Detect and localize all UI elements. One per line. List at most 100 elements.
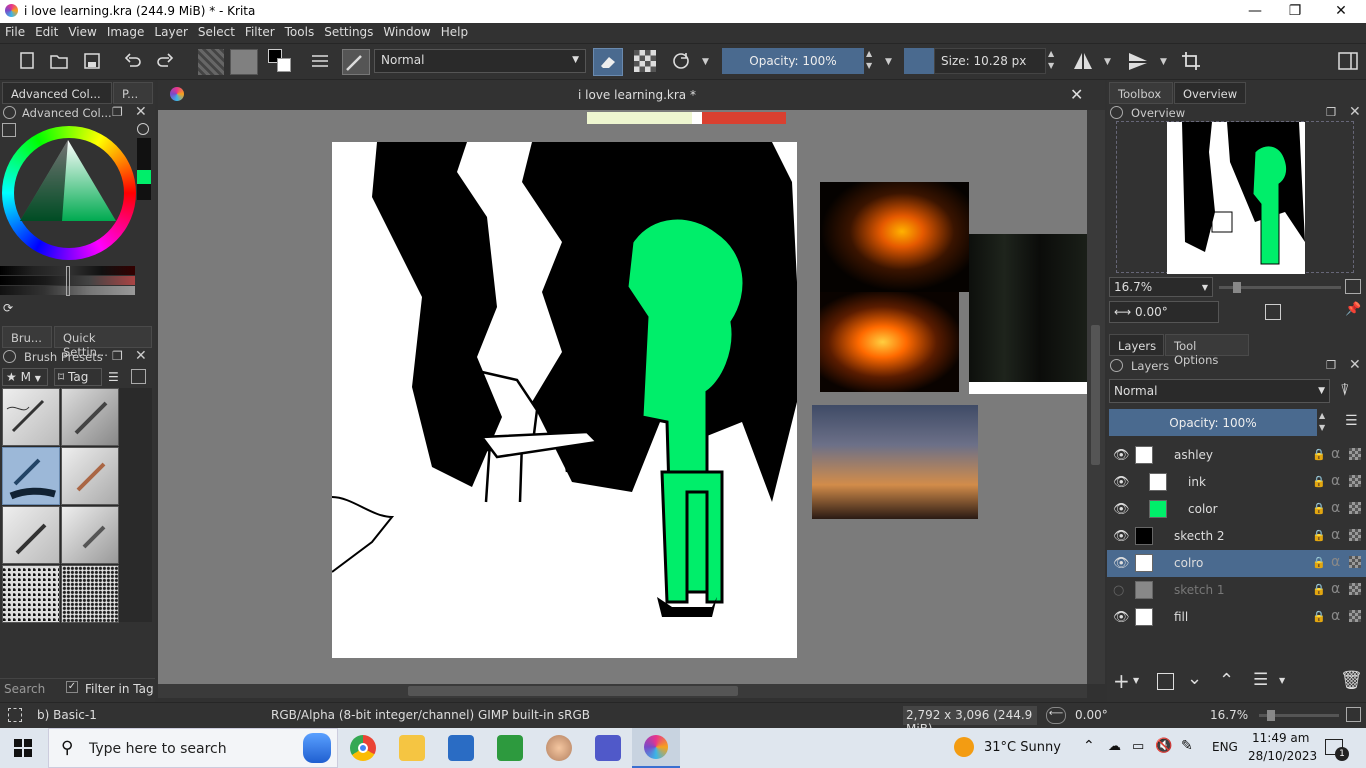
tab-overview[interactable]: Overview <box>1174 82 1246 104</box>
pattern-icon[interactable] <box>230 49 258 75</box>
layer-visibility-icon[interactable]: ○ <box>1113 583 1124 598</box>
close-icon[interactable]: ✕ <box>1349 357 1361 373</box>
layer-visibility-icon[interactable]: 👁 <box>1113 529 1130 544</box>
open-folder-icon[interactable] <box>44 44 74 78</box>
chrome-icon[interactable] <box>350 735 376 761</box>
mirror-view-icon[interactable] <box>1265 304 1281 320</box>
docker-float-icon[interactable] <box>3 350 16 363</box>
refresh-icon[interactable]: ⟳ <box>3 301 13 315</box>
krita-taskbar-button[interactable] <box>632 728 680 768</box>
tab-tool-options[interactable]: Tool Options <box>1165 334 1249 367</box>
menu-help[interactable]: Help <box>436 23 473 39</box>
layer-lock-icon[interactable]: 🔒 <box>1312 556 1326 569</box>
file-explorer-icon[interactable] <box>399 735 425 761</box>
document-tab-title[interactable]: i love learning.kra * <box>578 88 696 102</box>
brush-search-input[interactable]: Search <box>4 682 45 696</box>
layer-visibility-icon[interactable]: 👁 <box>1113 502 1130 517</box>
chevron-down-icon[interactable]: ▼ <box>1104 57 1111 67</box>
clock-time[interactable]: 11:49 am <box>1252 731 1309 745</box>
pen-icon[interactable]: ✎ <box>1181 738 1193 754</box>
layer-row-skecth-2[interactable]: 👁 skecth 2 🔒 α <box>1107 523 1366 550</box>
brush-preset-halftone-1[interactable] <box>2 565 60 623</box>
layer-lock-icon[interactable]: 🔒 <box>1312 448 1326 461</box>
undock-icon[interactable]: ❐ <box>1326 105 1336 119</box>
layer-name[interactable]: sketch 1 <box>1174 583 1225 597</box>
brush-preset-fountain-pen[interactable] <box>2 506 60 564</box>
chevron-down-icon[interactable]: ▼ <box>1160 57 1167 67</box>
brush-preset-basic-selected[interactable] <box>2 447 60 505</box>
layer-row-colro[interactable]: 👁 colro 🔒 α <box>1107 550 1366 577</box>
volume-icon[interactable]: 🔇 <box>1155 738 1172 754</box>
tab-advanced-color[interactable]: Advanced Col... <box>2 82 112 104</box>
delete-layer-icon[interactable]: 🗑 <box>1340 670 1363 691</box>
horizontal-scrollbar[interactable] <box>158 684 1087 698</box>
notification-icon[interactable]: 1 <box>1325 739 1349 761</box>
layer-lock-icon[interactable]: 🔒 <box>1312 475 1326 488</box>
alpha-lock-icon[interactable]: α <box>1331 608 1340 624</box>
undo-icon[interactable] <box>118 44 148 78</box>
tab-layers[interactable]: Layers <box>1109 334 1164 356</box>
menu-view[interactable]: View <box>63 23 101 39</box>
blend-mode-select[interactable]: Normal ▼ <box>374 49 586 73</box>
new-document-icon[interactable] <box>12 44 42 78</box>
tab-palette[interactable]: P... <box>113 82 153 104</box>
inherit-alpha-icon[interactable] <box>1349 448 1361 460</box>
tab-brush-presets[interactable]: Bru... <box>2 326 52 348</box>
weather-icon[interactable] <box>954 737 974 757</box>
inherit-alpha-icon[interactable] <box>1349 502 1361 514</box>
dock-toggle-icon[interactable] <box>1333 44 1363 78</box>
network-icon[interactable]: ▭ <box>1132 739 1144 754</box>
redo-icon[interactable] <box>150 44 180 78</box>
list-view-icon[interactable]: ☰ <box>108 370 119 384</box>
menu-tools[interactable]: Tools <box>280 23 320 39</box>
overview-rotation-field[interactable]: ⟷ 0.00° <box>1109 301 1219 323</box>
alpha-lock-icon[interactable]: α <box>1331 527 1340 543</box>
opacity-slider[interactable]: Opacity: 100% <box>722 48 864 74</box>
maximize-button[interactable]: ❐ <box>1272 0 1318 23</box>
layer-row-sketch-1[interactable]: ○ sketch 1 🔒 α <box>1107 577 1366 604</box>
layer-visibility-icon[interactable]: 👁 <box>1113 448 1130 463</box>
layer-opacity-spin[interactable]: ▲ ▼ <box>1319 410 1325 434</box>
inherit-alpha-icon[interactable] <box>1349 556 1361 568</box>
docker-float-icon[interactable] <box>1110 359 1123 372</box>
close-icon[interactable]: ✕ <box>135 348 147 364</box>
docker-float-icon[interactable] <box>1110 106 1123 119</box>
chevron-down-icon[interactable]: ▼ <box>885 57 892 67</box>
pin-icon[interactable]: 📌 <box>1345 302 1361 317</box>
layer-menu-icon[interactable]: ☰ <box>1345 413 1358 429</box>
sheets-icon[interactable] <box>497 735 523 761</box>
tab-quick-settings[interactable]: Quick Settin... <box>54 326 152 359</box>
size-slider-fill[interactable] <box>904 48 934 74</box>
close-icon[interactable]: ✕ <box>135 104 147 120</box>
preserve-alpha-icon[interactable] <box>634 50 656 72</box>
language-indicator[interactable]: ENG <box>1212 740 1238 754</box>
brush-preset-icon[interactable] <box>342 49 370 75</box>
chevron-down-icon[interactable]: ▼ <box>702 57 709 67</box>
add-layer-icon[interactable]: + <box>1113 669 1130 693</box>
layer-name[interactable]: fill <box>1174 610 1188 624</box>
undock-icon[interactable]: ❐ <box>112 349 123 363</box>
canvas-rotation[interactable]: 0.00° <box>1075 708 1108 722</box>
clock-date[interactable]: 28/10/2023 <box>1248 749 1317 763</box>
fit-page-icon[interactable] <box>1346 707 1361 722</box>
undock-icon[interactable]: ❐ <box>1326 358 1336 372</box>
mirror-horizontal-icon[interactable] <box>1068 44 1098 78</box>
brush-settings-icon[interactable] <box>305 44 335 78</box>
current-color-swatch[interactable] <box>137 170 151 184</box>
menu-file[interactable]: File <box>0 23 30 39</box>
teams-icon[interactable] <box>595 735 621 761</box>
layer-lock-icon[interactable]: 🔒 <box>1312 610 1326 623</box>
hue-wheel[interactable] <box>2 126 136 260</box>
layer-row-ink[interactable]: 👁 ink 🔒 α <box>1107 469 1366 496</box>
menu-select[interactable]: Select <box>193 23 240 39</box>
menu-window[interactable]: Window <box>378 23 435 39</box>
inherit-alpha-icon[interactable] <box>1349 610 1361 622</box>
brush-tag-select[interactable]: ⌑ Tag <box>54 368 102 386</box>
horizontal-scroll-thumb[interactable] <box>408 686 738 696</box>
layer-lock-icon[interactable]: 🔒 <box>1312 502 1326 515</box>
size-spin-buttons[interactable]: ▲ ▼ <box>1048 48 1060 74</box>
docker-float-icon[interactable] <box>3 106 16 119</box>
widgets-icon[interactable] <box>303 733 331 763</box>
layer-blend-mode-select[interactable]: Normal ▼ <box>1109 379 1330 403</box>
layer-row-ashley[interactable]: 👁 ashley 🔒 α <box>1107 442 1366 469</box>
